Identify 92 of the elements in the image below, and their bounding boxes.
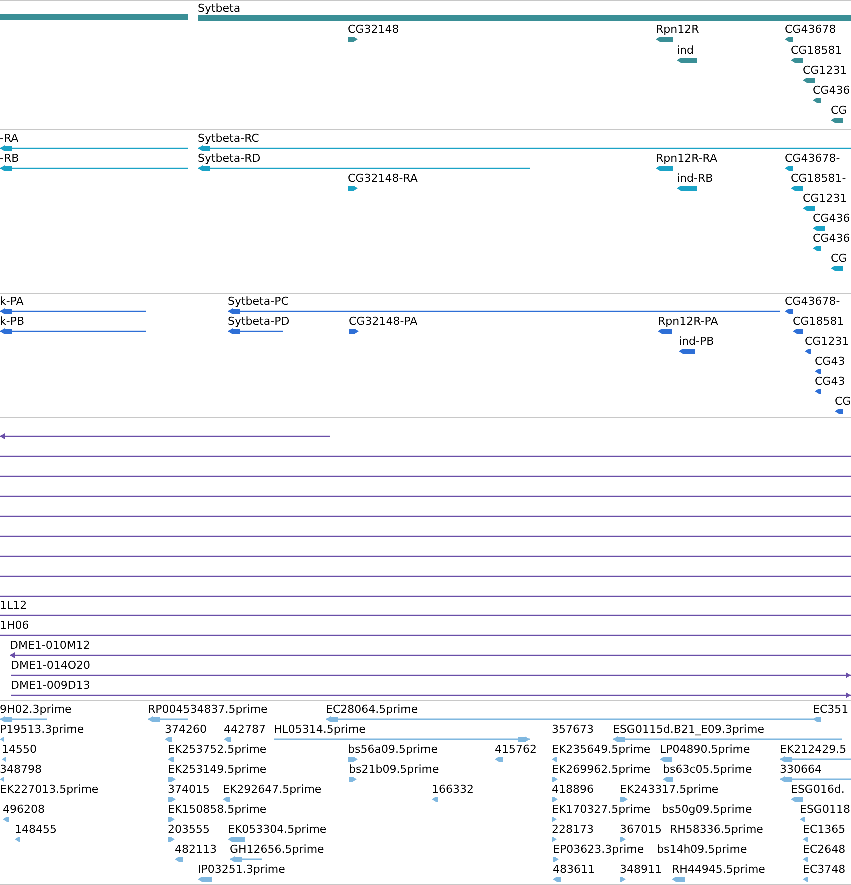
feature-label[interactable]: CG43 [815,374,846,388]
feature-label[interactable]: LP04890.5prime [660,742,750,756]
feature-label[interactable]: 148455 [15,822,57,836]
feature-label[interactable]: DME1-009D13 [11,678,90,692]
feature-label[interactable]: Sytbeta-RC [198,132,260,144]
feature-label[interactable]: CG436 [813,84,850,96]
feature-label[interactable]: EK150858.5prime [168,802,267,816]
feature-label[interactable]: bs21b09.5prime [349,762,440,776]
feature-label[interactable]: 483611 [553,862,595,876]
feature-label[interactable]: EC1365 [803,822,846,836]
feature-label[interactable]: CG [831,252,848,264]
feature-label[interactable]: k-PB [0,314,25,328]
feature-label[interactable]: k-PA [0,294,24,308]
feature-label[interactable]: GH12656.5prime [230,842,324,856]
feature-label[interactable]: RH44945.5prime [672,862,766,876]
feature-label[interactable]: CG18581 [791,44,842,56]
feature-label[interactable]: CG18581 [793,314,844,328]
feature-label[interactable]: CG1231 [805,334,850,348]
feature-label[interactable]: EK053304.5prime [228,822,327,836]
feature-label[interactable]: Rpn12R [656,22,700,36]
feature-label[interactable]: EC28064.5prime [326,702,418,716]
feature-label[interactable]: Sytbeta-PC [228,294,289,308]
feature-label[interactable]: 348798 [0,762,42,776]
feature-label[interactable]: 228173 [552,822,594,836]
feature-label[interactable]: CG32148-PA [349,314,418,328]
feature-label[interactable]: 348911 [620,862,662,876]
feature-label[interactable]: RP004534837.5prime [148,702,268,716]
feature-label[interactable]: DME1-014O20 [11,658,91,672]
feature-label[interactable]: -RA [0,132,19,144]
feature-label[interactable]: 415762 [495,742,537,756]
feature-label[interactable]: CG43678- [785,152,840,164]
feature-label[interactable]: Rpn12R-RA [656,152,718,164]
feature-label[interactable]: ESG0118 [800,802,850,816]
feature-label[interactable]: EK227013.5prime [0,782,99,796]
feature-label[interactable]: EK212429.5 [780,742,847,756]
feature-label[interactable]: EK243317.5prime [620,782,719,796]
feature-label[interactable]: ind [677,44,694,56]
feature-label[interactable]: 1L12 [0,598,28,612]
feature-label[interactable]: EC351 [813,702,849,716]
feature-label[interactable]: Sytbeta-RD [198,152,261,164]
feature-label[interactable]: CG32148-RA [348,172,418,184]
feature-label[interactable]: 166332 [432,782,474,796]
feature-label[interactable]: EC2648 [803,842,846,856]
feature-label[interactable]: -RB [0,152,20,164]
feature-label[interactable]: Sytbeta [198,2,241,14]
feature-label[interactable]: ESG0115d.B21_E09.3prime [613,722,764,736]
feature-label[interactable]: EK253752.5prime [168,742,267,756]
feature-label[interactable]: CG43 [815,354,846,368]
feature-label[interactable]: CG43678 [785,22,836,36]
feature-label[interactable]: 1H06 [0,618,30,632]
feature-label[interactable]: 374260 [165,722,207,736]
feature-label[interactable]: EK269962.5prime [552,762,651,776]
feature-label[interactable]: CG1231 [803,64,848,76]
feature-label[interactable]: EC3748 [803,862,846,876]
feature-label[interactable]: bs63c05.5prime [663,762,752,776]
feature-label[interactable]: 482113 [175,842,217,856]
feature-label[interactable]: EK235649.5prime [552,742,651,756]
feature-label[interactable]: 203555 [168,822,210,836]
feature-label[interactable]: EP03623.3prime [553,842,644,856]
feature-label[interactable]: EK292647.5prime [223,782,322,796]
feature-label[interactable]: Sytbeta-PD [228,314,290,328]
feature-label[interactable]: ind-RB [677,172,714,184]
feature-label[interactable]: 367015 [620,822,662,836]
feature-label[interactable]: RH58336.5prime [670,822,764,836]
feature-label[interactable]: 14550 [2,742,37,756]
feature-label[interactable]: CG436 [813,232,850,244]
feature-label[interactable]: CG43678- [785,294,840,308]
feature-label[interactable]: ESG016d. [791,782,845,796]
feature-label[interactable]: bs14h09.5prime [657,842,748,856]
feature-label[interactable]: 9H02.3prime [0,702,72,716]
feature-label[interactable]: EK170327.5prime [552,802,651,816]
feature-label[interactable]: IP03251.3prime [198,862,286,876]
feature-label[interactable]: 496208 [3,802,45,816]
feature-label[interactable]: ind-PB [679,334,714,348]
feature-label[interactable]: CG18581- [791,172,846,184]
feature-label[interactable]: bs50g09.5prime [662,802,752,816]
feature-label[interactable]: HL05314.5prime [274,722,366,736]
feature-label[interactable]: CG1231 [803,192,848,204]
feature-label[interactable]: 357673 [552,722,594,736]
feature-label[interactable]: 418896 [552,782,594,796]
feature-label[interactable]: P19513.3prime [0,722,84,736]
feature-label[interactable]: DME1-010M12 [10,638,90,652]
feature-label[interactable]: CG [831,104,848,116]
feature-label[interactable]: 374015 [168,782,210,796]
feature-label[interactable]: Rpn12R-PA [658,314,718,328]
feature-label[interactable]: CG32148 [348,22,400,36]
feature-label[interactable]: 330664 [780,762,822,776]
feature-label[interactable]: EK253149.5prime [168,762,267,776]
feature-label[interactable]: 442787 [224,722,266,736]
feature-label[interactable]: bs56a09.5prime [348,742,438,756]
feature-label[interactable]: CG [835,394,851,408]
feature-label[interactable]: CG436 [813,212,850,224]
